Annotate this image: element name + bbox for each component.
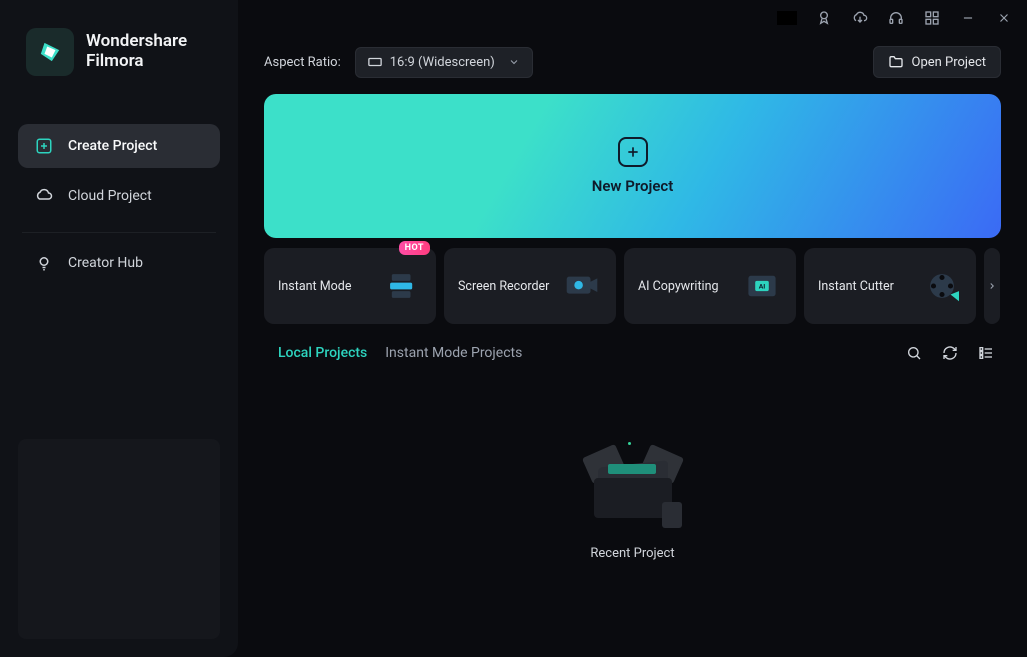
sidebar-footer: [18, 439, 220, 639]
headphones-icon[interactable]: [887, 9, 905, 27]
sidebar: Wondershare Filmora Create Project Cloud…: [0, 0, 238, 657]
brand-line2: Filmora: [86, 52, 187, 72]
top-controls: Aspect Ratio: 16:9 (Widescreen) Open Pr: [264, 46, 1001, 78]
recent-project-label: Recent Project: [590, 546, 674, 561]
titlebar-spacer: [777, 11, 797, 25]
card-screen-recorder[interactable]: Screen Recorder: [444, 248, 616, 324]
plus-icon: [618, 137, 648, 167]
content: Aspect Ratio: 16:9 (Widescreen) Open Pr: [238, 36, 1027, 657]
svg-text:AI: AI: [759, 283, 766, 291]
brand-name: Wondershare Filmora: [86, 32, 187, 71]
plus-square-icon: [34, 136, 54, 156]
aspect-ratio-select[interactable]: 16:9 (Widescreen): [355, 47, 533, 78]
card-label: Instant Mode: [278, 279, 351, 294]
cloud-icon: [34, 186, 54, 206]
aspect-ratio-value: 16:9 (Widescreen): [390, 55, 495, 70]
chevron-down-icon: [508, 56, 520, 68]
app-root: Wondershare Filmora Create Project Cloud…: [0, 0, 1027, 657]
monitor-icon: [368, 57, 382, 67]
chevron-right-icon: [987, 281, 997, 291]
minimize-icon[interactable]: [959, 9, 977, 27]
list-view-icon[interactable]: [977, 344, 995, 362]
tab-local-projects[interactable]: Local Projects: [278, 345, 367, 361]
card-instant-mode[interactable]: HOT Instant Mode: [264, 248, 436, 324]
camera-icon: [562, 266, 602, 306]
apps-grid-icon[interactable]: [923, 9, 941, 27]
award-icon[interactable]: [815, 9, 833, 27]
stack-icon: [382, 266, 422, 306]
sidebar-item-label: Creator Hub: [68, 255, 143, 271]
new-project-button[interactable]: New Project: [264, 94, 1001, 238]
sidebar-item-label: Create Project: [68, 138, 157, 154]
project-tabs: Local Projects Instant Mode Projects: [264, 344, 1001, 362]
ai-chip-icon: AI: [742, 266, 782, 306]
card-label: Instant Cutter: [818, 279, 894, 294]
refresh-icon[interactable]: [941, 344, 959, 362]
brand-mark-icon: [26, 28, 74, 76]
sidebar-item-cloud-project[interactable]: Cloud Project: [18, 174, 220, 218]
brand-logo: Wondershare Filmora: [18, 28, 220, 76]
recent-projects-area: Recent Project: [264, 372, 1001, 637]
tab-instant-mode-projects[interactable]: Instant Mode Projects: [385, 345, 522, 361]
mode-cards-row: HOT Instant Mode Screen Recorder AI Copy…: [264, 248, 1001, 324]
close-icon[interactable]: [995, 9, 1013, 27]
empty-box-icon: [588, 448, 678, 528]
open-project-button[interactable]: Open Project: [873, 46, 1002, 78]
folder-icon: [888, 54, 904, 70]
card-ai-copywriting[interactable]: AI Copywriting AI: [624, 248, 796, 324]
tab-actions: [905, 344, 1001, 362]
card-label: AI Copywriting: [638, 279, 719, 294]
sidebar-item-label: Cloud Project: [68, 188, 152, 204]
card-label: Screen Recorder: [458, 279, 549, 294]
card-instant-cutter[interactable]: Instant Cutter: [804, 248, 976, 324]
new-project-label: New Project: [592, 177, 674, 195]
aspect-ratio-label: Aspect Ratio:: [264, 55, 341, 70]
sidebar-divider: [22, 232, 216, 233]
lightbulb-icon: [34, 253, 54, 273]
sidebar-item-create-project[interactable]: Create Project: [18, 124, 220, 168]
titlebar: [238, 0, 1027, 36]
sidebar-preview-panel: [18, 439, 220, 639]
brand-line1: Wondershare: [86, 32, 187, 52]
cloud-download-icon[interactable]: [851, 9, 869, 27]
search-icon[interactable]: [905, 344, 923, 362]
hot-badge: HOT: [399, 241, 430, 255]
film-reel-icon: [922, 266, 962, 306]
sidebar-item-creator-hub[interactable]: Creator Hub: [18, 241, 220, 285]
main-area: Aspect Ratio: 16:9 (Widescreen) Open Pr: [238, 0, 1027, 657]
cards-next-button[interactable]: [984, 248, 1000, 324]
open-project-label: Open Project: [912, 55, 987, 70]
